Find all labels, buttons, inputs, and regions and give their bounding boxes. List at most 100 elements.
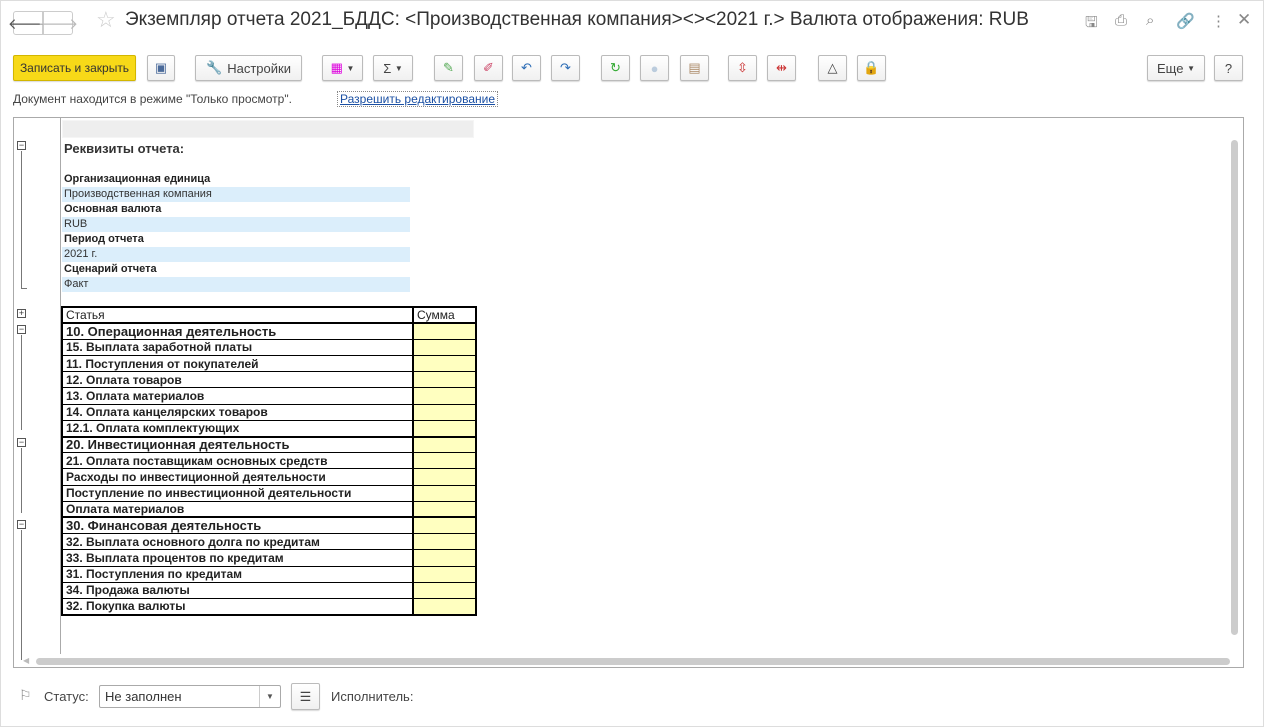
field-label: Основная валюта (64, 203, 162, 215)
settings-button[interactable]: 🔧 Настройки (195, 55, 302, 81)
vertical-scrollbar[interactable] (1231, 140, 1238, 635)
collapse-group-icon[interactable]: − (17, 520, 26, 529)
sum-cell[interactable] (412, 371, 477, 389)
close-icon[interactable]: ✕ (1237, 10, 1251, 30)
article-cell[interactable]: 32. Покупка валюты (61, 597, 414, 616)
article-cell[interactable]: 14. Оплата канцелярских товаров (61, 403, 414, 421)
table-header: Статья Сумма (61, 305, 477, 324)
table-row: 10. Операционная деятельность (61, 322, 477, 340)
expand-group-icon[interactable]: + (17, 309, 26, 318)
sum-cell[interactable] (412, 533, 477, 551)
article-cell[interactable]: Поступление по инвестиционной деятельнос… (61, 484, 414, 502)
table-row: 20. Инвестиционная деятельность (61, 435, 477, 454)
save-button[interactable]: ▣ (147, 55, 175, 81)
sum-cell[interactable] (412, 355, 477, 373)
preview-icon[interactable]: ⌕ (1146, 12, 1154, 29)
sum-cell[interactable] (412, 403, 477, 421)
status-select[interactable]: Не заполнен ▼ (99, 685, 281, 708)
lock-button[interactable]: 🔒 (857, 55, 886, 81)
column-header-article: Статья (61, 305, 414, 324)
executor-label: Исполнитель: (331, 689, 414, 704)
circles-button[interactable]: ● (640, 55, 669, 81)
scroll-left-icon[interactable]: ◀ (23, 656, 29, 665)
article-cell[interactable]: 15. Выплата заработной платы (61, 338, 414, 357)
collapse-group-icon[interactable]: − (17, 325, 26, 334)
horizontal-scrollbar[interactable] (36, 658, 1230, 665)
article-cell[interactable]: 31. Поступления по кредитам (61, 565, 414, 583)
report-sheet[interactable]: − + − − − Реквизиты отчета: Организацион… (13, 117, 1244, 668)
sum-cell[interactable] (412, 565, 477, 583)
article-cell[interactable]: Оплата материалов (61, 500, 414, 518)
archive-button[interactable]: ▤ (680, 55, 709, 81)
status-label: Статус: (44, 689, 89, 704)
link-icon[interactable]: 🔗 (1176, 12, 1195, 30)
article-cell[interactable]: 20. Инвестиционная деятельность (61, 435, 414, 454)
allow-edit-link[interactable]: Разрешить редактирование (337, 91, 499, 107)
color-fill-icon: ▦ (330, 60, 343, 75)
favorite-star-icon[interactable]: ☆ (96, 7, 116, 33)
table-row: 32. Выплата основного долга по кредитам (61, 533, 477, 551)
sum-cell[interactable] (412, 419, 477, 438)
color-fill-dropdown[interactable]: ▦ ▼ (322, 55, 363, 81)
article-cell[interactable]: 10. Операционная деятельность (61, 322, 414, 340)
circles-icon: ● (650, 60, 659, 76)
sum-cell[interactable] (412, 516, 477, 535)
sum-cell[interactable] (412, 435, 477, 454)
article-cell[interactable]: 34. Продажа валюты (61, 581, 414, 599)
sum-cell[interactable] (412, 452, 477, 470)
clear-button[interactable]: ✐ (474, 55, 503, 81)
article-cell[interactable]: Расходы по инвестиционной деятельности (61, 468, 414, 486)
table-row: Поступление по инвестиционной деятельнос… (61, 484, 477, 502)
archive-icon: ▤ (688, 60, 701, 75)
article-cell[interactable]: 11. Поступления от покупателей (61, 355, 414, 373)
refresh-button[interactable]: ↻ (601, 55, 630, 81)
field-value: Факт (62, 277, 410, 292)
help-button[interactable]: ? (1214, 55, 1243, 81)
sum-cell[interactable] (412, 500, 477, 518)
more-label: Еще (1157, 60, 1184, 76)
sum-cell[interactable] (412, 597, 477, 616)
article-cell[interactable]: 12. Оплата товаров (61, 371, 414, 389)
save-icon[interactable]: 🖫 (1085, 12, 1098, 37)
more-menu-icon[interactable]: ⋮ (1211, 12, 1226, 30)
redo-button[interactable]: ↷ (551, 55, 580, 81)
sum-cell[interactable] (412, 484, 477, 502)
sum-cell[interactable] (412, 549, 477, 567)
article-cell[interactable]: 21. Оплата поставщикам основных средств (61, 452, 414, 470)
collapse-group-icon[interactable]: − (17, 141, 26, 150)
collapse-rows-button[interactable]: ⇳ (728, 55, 757, 81)
collapse-group-icon[interactable]: − (17, 438, 26, 447)
edit-button[interactable]: ✎ (434, 55, 463, 81)
save-and-close-button[interactable]: Записать и закрыть (13, 55, 136, 81)
mode-text: Документ находится в режиме "Только прос… (13, 92, 292, 106)
status-list-button[interactable]: ☰ (291, 683, 320, 710)
field-label: Организационная единица (64, 173, 211, 185)
table-row: 34. Продажа валюты (61, 581, 477, 599)
sum-cell[interactable] (412, 581, 477, 599)
field-label: Сценарий отчета (64, 263, 157, 275)
collapse-columns-button[interactable]: ⇹ (767, 55, 796, 81)
pencil-icon: ✎ (443, 60, 454, 75)
delta-button[interactable]: △ (818, 55, 847, 81)
redo-icon: ↷ (560, 60, 571, 75)
article-cell[interactable]: 12.1. Оплата комплектующих (61, 419, 414, 438)
sum-dropdown[interactable]: Σ ▼ (373, 55, 413, 81)
table-row: 30. Финансовая деятельность (61, 516, 477, 535)
article-cell[interactable]: 30. Финансовая деятельность (61, 516, 414, 535)
sum-cell[interactable] (412, 322, 477, 340)
article-cell[interactable]: 33. Выплата процентов по кредитам (61, 549, 414, 567)
chevron-down-icon[interactable]: ▼ (259, 686, 280, 707)
outline-line (21, 448, 22, 513)
sum-cell[interactable] (412, 387, 477, 405)
sum-cell[interactable] (412, 338, 477, 357)
more-button[interactable]: Еще ▼ (1147, 55, 1205, 81)
article-cell[interactable]: 32. Выплата основного долга по кредитам (61, 533, 414, 551)
floppy-icon: ▣ (154, 60, 168, 75)
window-title: Экземпляр отчета 2021_БДДС: <Производств… (125, 9, 1029, 30)
print-icon[interactable]: ⎙ (1115, 12, 1127, 29)
table-row: 11. Поступления от покупателей (61, 355, 477, 373)
forward-button[interactable]: 🡒 (38, 11, 78, 35)
article-cell[interactable]: 13. Оплата материалов (61, 387, 414, 405)
sum-cell[interactable] (412, 468, 477, 486)
undo-button[interactable]: ↶ (512, 55, 541, 81)
